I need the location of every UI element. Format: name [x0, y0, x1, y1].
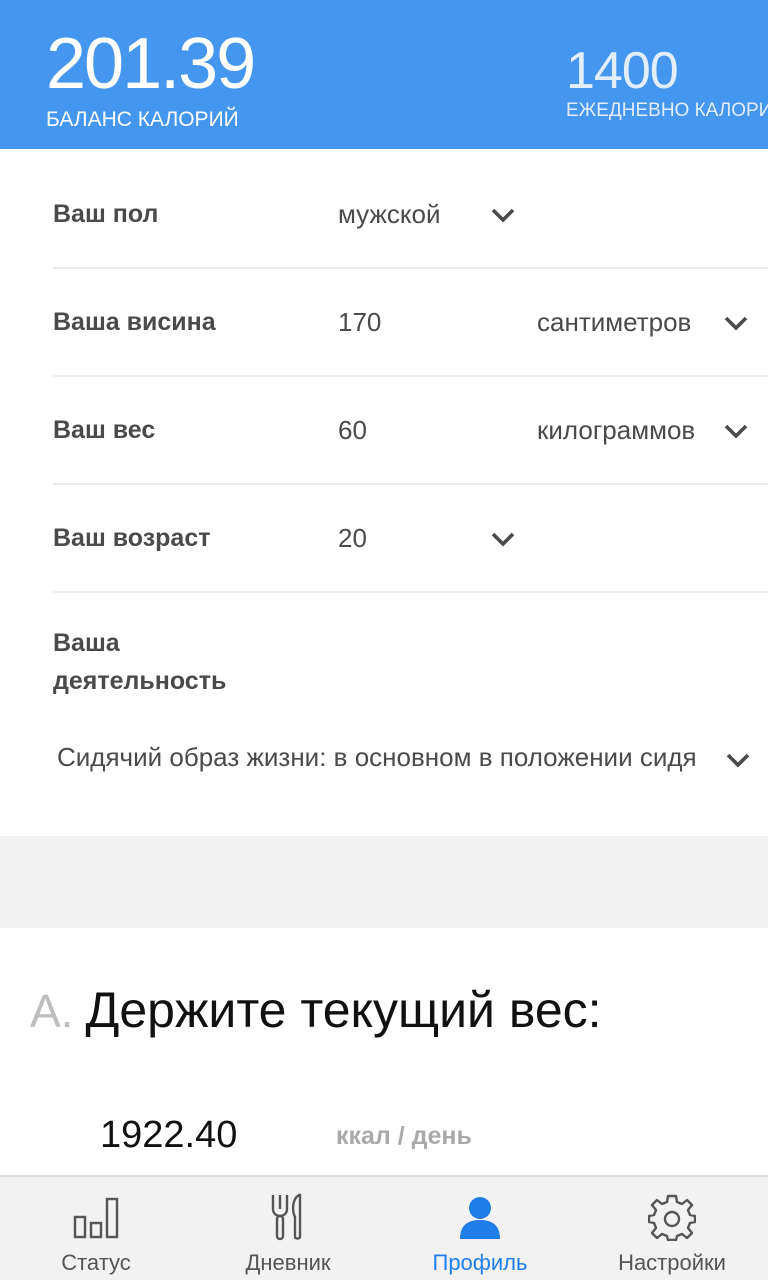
activity-label: Ваша деятельность [53, 624, 273, 700]
nav-label-status: Статус [61, 1250, 131, 1275]
height-label: Ваша висина [53, 307, 216, 336]
weight-unit-select[interactable]: килограммов [537, 377, 695, 483]
section-divider [0, 836, 768, 928]
nav-label-diary: Дневник [245, 1250, 331, 1275]
weight-input[interactable]: 60 [338, 377, 367, 483]
gender-row: Ваш пол мужской [53, 161, 768, 269]
gender-label: Ваш пол [53, 199, 159, 228]
maintain-weight-heading: A. Держите текущий вес: [30, 978, 602, 1055]
activity-label-line1: Ваша [53, 629, 120, 657]
weight-row: Ваш вес 60 килограммов [53, 377, 768, 485]
section-letter: A. [30, 985, 74, 1037]
fork-knife-icon [263, 1193, 313, 1241]
bar-chart-icon [71, 1193, 121, 1241]
nav-item-profile[interactable]: Профиль [384, 1177, 576, 1280]
daily-calories-label: ЕЖЕДНЕВНО КАЛОРИЙ [566, 100, 768, 121]
person-icon [455, 1193, 505, 1241]
balance-label: БАЛАНС КАЛОРИЙ [46, 108, 239, 131]
weight-label: Ваш вес [53, 415, 156, 444]
nav-item-diary[interactable]: Дневник [192, 1177, 384, 1280]
nav-label-settings: Настройки [618, 1250, 726, 1275]
maintain-kcal-unit: ккал / день [336, 1122, 472, 1150]
nav-item-settings[interactable]: Настройки [576, 1177, 768, 1280]
chevron-down-icon[interactable] [725, 747, 751, 773]
calorie-header: 201.39 БАЛАНС КАЛОРИЙ 1400 ЕЖЕДНЕВНО КАЛ… [0, 0, 768, 149]
daily-calories-value: 1400 [566, 42, 679, 100]
nav-item-status[interactable]: Статус [0, 1177, 192, 1280]
bottom-nav: Статус Дневник Профиль Настройки [0, 1175, 768, 1280]
height-row: Ваша висина 170 сантиметров [53, 269, 768, 377]
gender-select[interactable]: мужской [338, 161, 441, 267]
activity-select[interactable]: Сидячий образ жизни: в основном в положе… [57, 738, 768, 782]
gear-icon [647, 1193, 697, 1241]
activity-value: Сидячий образ жизни: в основном в положе… [57, 742, 697, 772]
age-label: Ваш возраст [53, 523, 211, 552]
chevron-down-icon[interactable] [490, 202, 516, 228]
age-row: Ваш возраст 20 [53, 485, 768, 593]
nav-label-profile: Профиль [432, 1250, 528, 1275]
maintain-kcal-value: 1922.40 [100, 1114, 238, 1156]
age-select[interactable]: 20 [338, 485, 367, 591]
chevron-down-icon[interactable] [723, 310, 749, 336]
chevron-down-icon[interactable] [490, 526, 516, 552]
height-unit-select[interactable]: сантиметров [537, 269, 691, 375]
height-input[interactable]: 170 [338, 269, 381, 375]
activity-label-line2: деятельность [53, 667, 227, 695]
balance-value: 201.39 [46, 24, 256, 104]
section-title: Держите текущий вес: [85, 982, 602, 1038]
chevron-down-icon[interactable] [723, 418, 749, 444]
